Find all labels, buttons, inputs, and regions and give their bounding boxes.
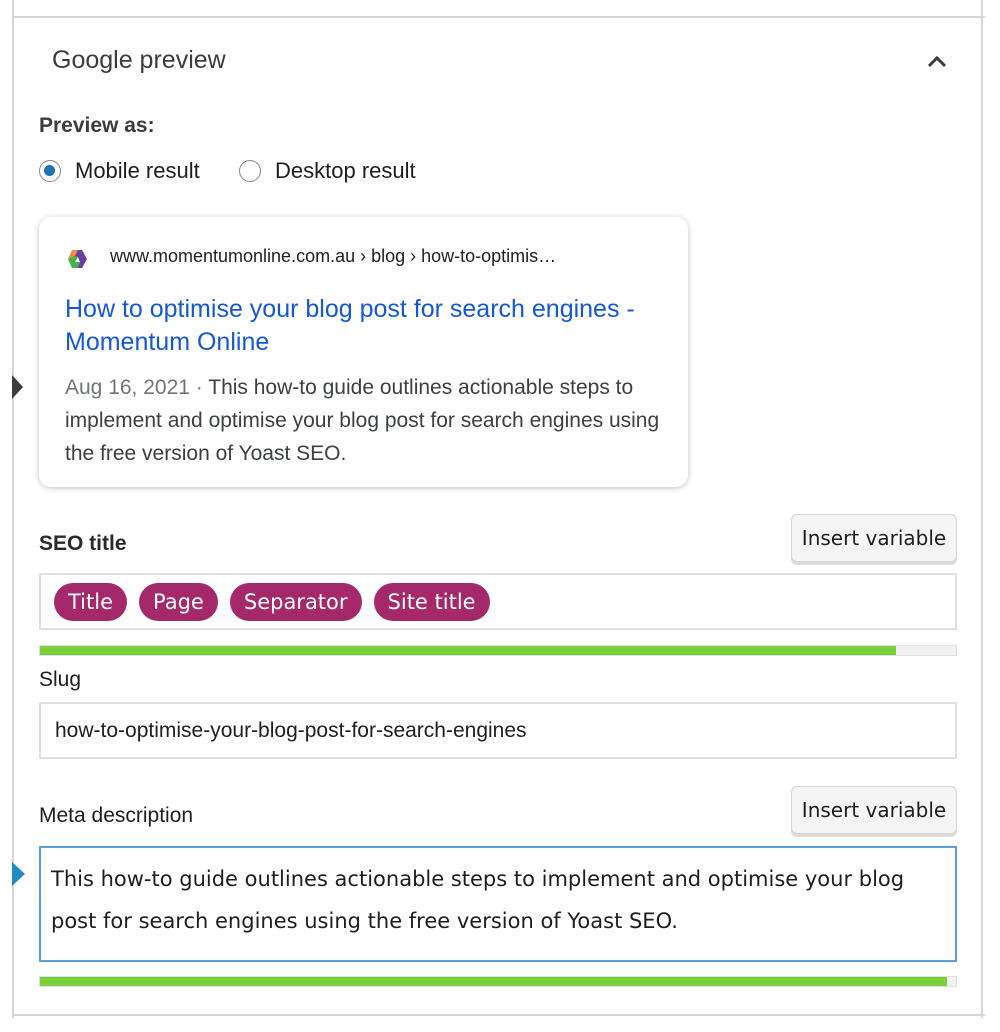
variable-pill-site-title[interactable]: Site title [373,582,490,621]
meta-description-label: Meta description [39,804,194,827]
result-title-link[interactable]: How to optimise your blog post for searc… [65,293,675,359]
insert-variable-button-meta-description[interactable]: Insert variable [791,786,957,834]
chevron-up-icon[interactable] [926,54,948,68]
caret-right-icon [12,375,23,399]
result-date: Aug 16, 2021 [65,376,190,399]
result-url-breadcrumb[interactable]: www.momentumonline.com.au › blog › how-t… [110,246,556,267]
caret-right-active-icon [12,862,25,886]
variable-pill-title[interactable]: Title [54,582,128,621]
radio-mobile-label: Mobile result [75,158,200,183]
divider-top [12,16,985,18]
radio-button-unchecked[interactable] [239,160,261,182]
radio-desktop-result[interactable]: Desktop result [239,158,416,184]
slug-input[interactable]: how-to-optimise-your-blog-post-for-searc… [39,702,957,759]
momentum-online-logo-icon [68,250,87,268]
meta-description-input[interactable]: This how-to guide outlines actionable st… [39,846,957,962]
date-separator: · [189,376,209,399]
radio-button-checked[interactable] [39,160,61,182]
variable-pill-page[interactable]: Page [139,582,218,621]
result-snippet: Aug 16, 2021 · This how-to guide outline… [65,371,675,470]
seo-title-progress-bar [39,645,957,656]
section-title: Google preview [52,46,226,74]
seo-title-progress-fill [40,646,897,655]
variable-pill-separator[interactable]: Separator [229,582,362,621]
slug-label: Slug [39,668,82,691]
seo-title-input[interactable]: Title Page Separator Site title [39,573,957,630]
google-result-card: www.momentumonline.com.au › blog › how-t… [39,217,688,487]
radio-mobile-result[interactable]: Mobile result [39,158,200,184]
meta-description-progress-bar [39,976,957,987]
divider-bottom [12,1014,985,1016]
meta-description-progress-fill [40,977,947,986]
preview-as-label: Preview as: [39,114,155,137]
insert-variable-button-seo-title[interactable]: Insert variable [791,514,957,562]
radio-desktop-label: Desktop result [275,158,416,183]
seo-title-label: SEO title [39,532,127,555]
